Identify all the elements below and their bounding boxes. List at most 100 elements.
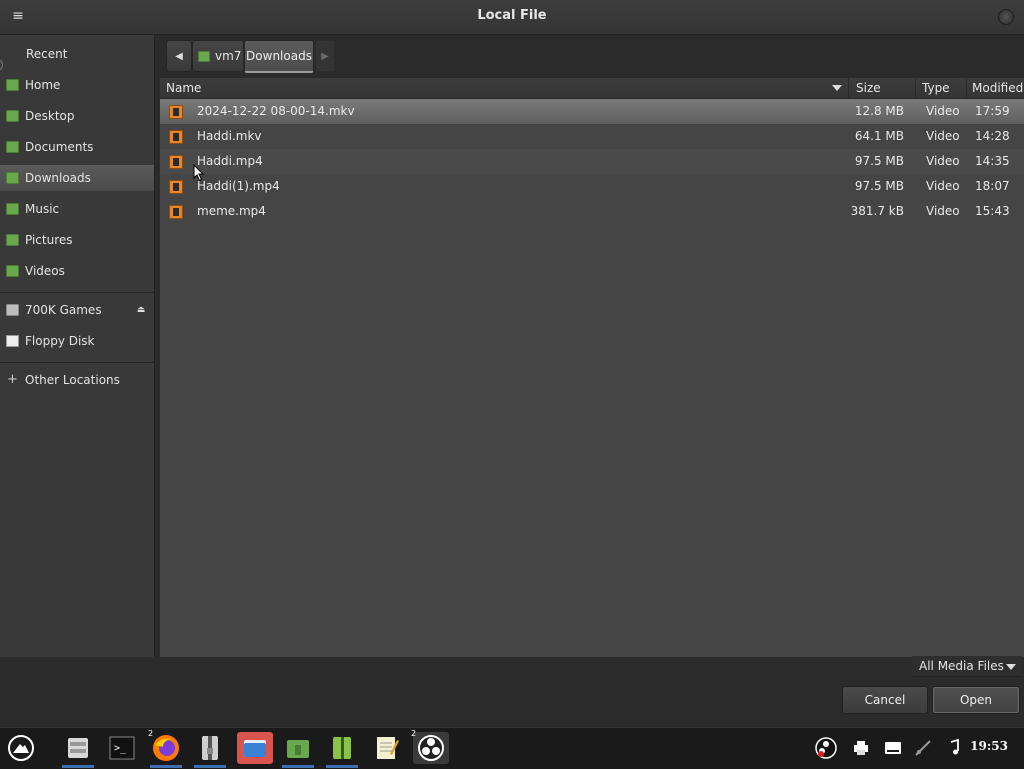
sidebar-item-recent[interactable]: Recent [0, 41, 154, 71]
path-back-button[interactable]: ◀ [166, 40, 192, 72]
chevron-right-icon: ▶ [321, 50, 329, 62]
file-type-filter-dropdown[interactable]: All Media Files [912, 656, 1022, 677]
taskbar: >_ 2 2 19:53 [0, 727, 1024, 769]
file-modified: 14:35 [975, 154, 1010, 168]
video-file-icon [169, 180, 183, 194]
file-size: 381.7 kB [850, 204, 904, 218]
sidebar-item-downloads[interactable]: Downloads [0, 165, 154, 191]
video-file-icon [169, 205, 183, 219]
floppy-icon [6, 335, 19, 347]
path-segment-downloads[interactable]: Downloads [244, 40, 314, 73]
file-row[interactable]: meme.mp4 381.7 kB Video 15:43 [160, 199, 1024, 224]
filter-label: All Media Files [919, 659, 1004, 673]
drive-icon [6, 304, 19, 316]
sidebar-item-home[interactable]: Home [0, 72, 154, 98]
file-size: 97.5 MB [854, 154, 904, 168]
sidebar-item-pictures[interactable]: Pictures [0, 227, 154, 253]
firefox-icon [153, 735, 179, 761]
videos-folder-icon [6, 265, 19, 277]
path-segment-label: vm7 [215, 49, 242, 63]
desktop-folder-icon [6, 110, 19, 122]
file-cabinet-icon [68, 738, 88, 758]
sort-descending-icon[interactable] [832, 85, 842, 91]
sidebar-item-700k-games[interactable]: 700K Games ⏏ [0, 297, 154, 323]
sidebar-item-label: Videos [25, 264, 65, 278]
file-type: Video [926, 129, 960, 143]
taskbar-firefox[interactable]: 2 [148, 729, 182, 768]
column-divider [848, 78, 849, 98]
sidebar-item-label: Music [25, 202, 60, 216]
sidebar-item-label: Home [25, 78, 61, 92]
file-name: Haddi.mkv [197, 129, 262, 143]
taskbar-text-editor-green[interactable] [326, 732, 358, 768]
taskbar-notes[interactable] [370, 732, 402, 764]
path-forward-button[interactable]: ▶ [315, 40, 335, 72]
taskbar-archive-manager[interactable] [194, 732, 226, 768]
file-size: 12.8 MB [854, 104, 904, 118]
file-row[interactable]: Haddi(1).mp4 97.5 MB Video 18:07 [160, 174, 1024, 199]
path-segment-vm7[interactable]: vm7 [192, 40, 244, 72]
file-modified: 15:43 [975, 204, 1010, 218]
pictures-folder-icon [6, 234, 19, 246]
sidebar-item-label: Other Locations [25, 373, 120, 387]
sidebar-item-floppy-disk[interactable]: Floppy Disk [0, 328, 154, 354]
column-header-size[interactable]: Size [856, 81, 881, 95]
file-type: Video [926, 179, 960, 193]
music-note-icon[interactable] [944, 739, 962, 757]
sidebar-item-label: Recent [26, 47, 68, 61]
open-button[interactable]: Open [932, 686, 1020, 714]
sidebar-item-label: Floppy Disk [25, 334, 95, 348]
window-count-badge: 2 [148, 729, 154, 738]
app-menu-button[interactable] [5, 732, 37, 764]
sidebar-divider [0, 362, 154, 363]
sidebar-item-documents[interactable]: Documents [0, 134, 154, 160]
chevron-down-icon [1006, 664, 1016, 670]
mouse-cursor-icon [193, 164, 205, 182]
sidebar-item-other-locations[interactable]: + Other Locations [0, 367, 154, 393]
file-row[interactable]: Haddi.mp4 97.5 MB Video 14:35 [160, 149, 1024, 174]
sidebar-item-desktop[interactable]: Desktop [0, 103, 154, 129]
sidebar-item-music[interactable]: Music [0, 196, 154, 222]
taskbar-files-active[interactable] [237, 732, 273, 764]
documents-folder-icon [6, 141, 19, 153]
clock-icon [0, 59, 3, 71]
clock-time[interactable]: 19:53 [970, 739, 1008, 753]
network-icon[interactable] [914, 739, 932, 757]
downloads-folder-icon [6, 172, 19, 184]
file-name: Haddi.mp4 [197, 154, 263, 168]
column-divider [966, 78, 967, 98]
cancel-button[interactable]: Cancel [842, 686, 928, 714]
taskbar-home-folder[interactable] [282, 732, 314, 768]
taskbar-obs[interactable]: 2 [411, 729, 449, 764]
video-file-icon [169, 155, 183, 169]
notebook-icon [333, 737, 351, 759]
file-row[interactable]: Haddi.mkv 64.1 MB Video 14:28 [160, 124, 1024, 149]
sidebar-divider [0, 292, 154, 293]
obs-icon [418, 735, 444, 761]
column-header-type[interactable]: Type [922, 81, 950, 95]
music-folder-icon [6, 203, 19, 215]
obs-tray-icon[interactable] [815, 737, 837, 759]
video-file-icon [169, 105, 183, 119]
file-row[interactable]: 2024-12-22 08-00-14.mkv 12.8 MB Video 17… [160, 99, 1024, 124]
file-name: 2024-12-22 08-00-14.mkv [197, 104, 355, 118]
column-header-name[interactable]: Name [166, 81, 201, 95]
video-file-icon [169, 130, 183, 144]
keyboard-icon[interactable] [884, 739, 902, 757]
column-header-modified[interactable]: Modified [972, 81, 1023, 95]
path-segment-label: Downloads [246, 49, 312, 63]
sidebar-item-videos[interactable]: Videos [0, 258, 154, 284]
taskbar-terminal[interactable]: >_ [106, 732, 138, 764]
sidebar: Recent Home Desktop Documents Downloads … [0, 35, 155, 657]
file-modified: 18:07 [975, 179, 1010, 193]
file-type: Video [926, 104, 960, 118]
mountain-logo-icon [8, 735, 34, 761]
taskbar-file-manager[interactable] [62, 732, 94, 768]
file-size: 97.5 MB [854, 179, 904, 193]
window-title: Local File [477, 8, 547, 23]
eject-icon[interactable]: ⏏ [136, 305, 146, 315]
archive-icon [202, 736, 218, 760]
close-icon[interactable] [998, 9, 1014, 25]
sidebar-item-label: Pictures [25, 233, 73, 247]
printer-icon[interactable] [852, 739, 870, 757]
